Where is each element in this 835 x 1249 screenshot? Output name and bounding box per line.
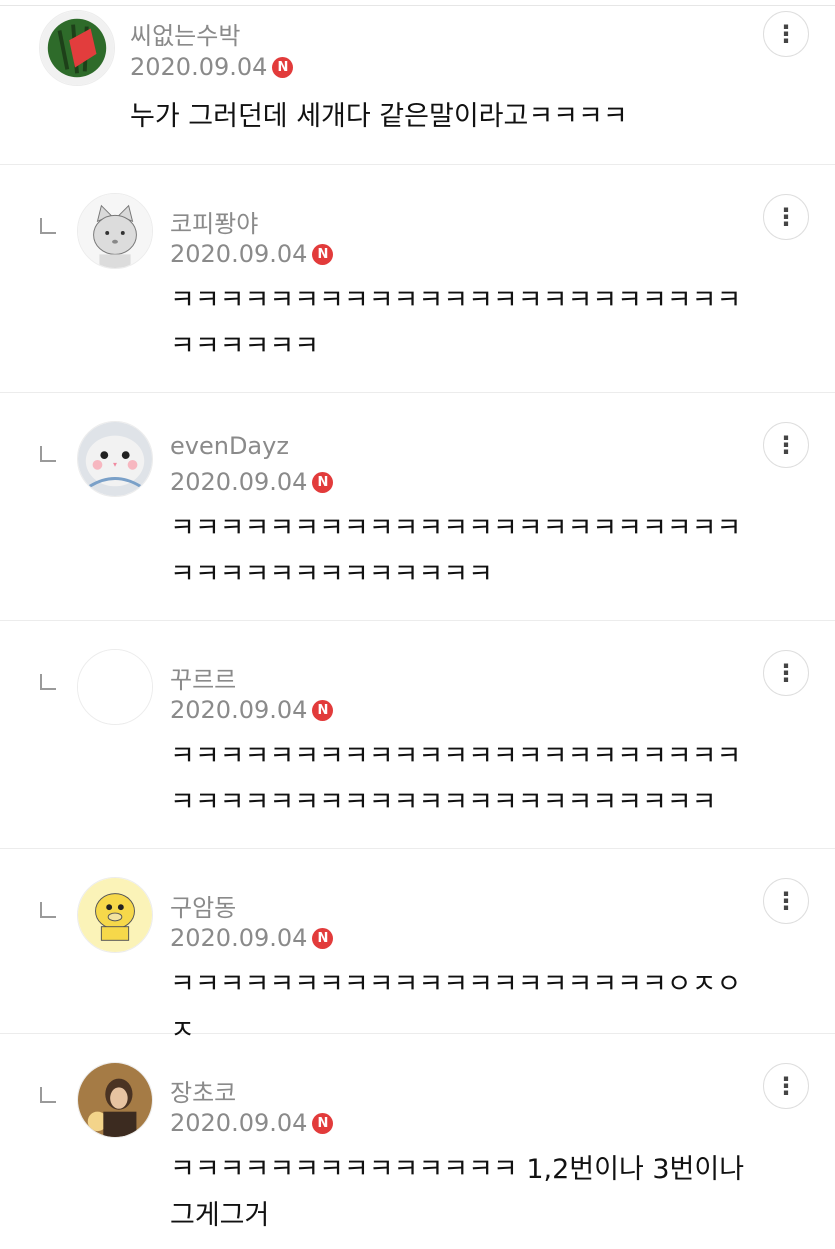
reply-indicator-icon: [40, 674, 56, 690]
reply-indicator-icon: [40, 446, 56, 462]
comment-nickname[interactable]: 코피퐝야: [170, 204, 258, 239]
reply-indicator-icon: [40, 218, 56, 234]
more-options-button[interactable]: ⋮: [763, 650, 809, 696]
comment-date: 2020.09.04 N: [170, 468, 334, 496]
more-options-button[interactable]: ⋮: [763, 1063, 809, 1109]
more-options-button[interactable]: ⋮: [763, 878, 809, 924]
comment-date-text: 2020.09.04: [170, 1109, 308, 1137]
more-options-button[interactable]: ⋮: [763, 194, 809, 240]
comment-nickname[interactable]: 구암동: [170, 888, 236, 923]
new-badge: N: [272, 56, 294, 78]
more-vertical-icon: ⋮: [774, 1072, 798, 1100]
comment-date: 2020.09.04 N: [170, 924, 334, 952]
comment-date: 2020.09.04 N: [170, 240, 334, 268]
comment-nickname[interactable]: 씨없는수박: [130, 16, 240, 51]
comment-nickname[interactable]: 장초코: [170, 1073, 236, 1108]
comment-date-text: 2020.09.04: [170, 696, 308, 724]
more-vertical-icon: ⋮: [774, 659, 798, 687]
new-badge: N: [312, 927, 334, 949]
comment-nickname[interactable]: evenDayz: [170, 432, 289, 460]
comment-text: ㅋㅋㅋㅋㅋㅋㅋㅋㅋㅋㅋㅋㅋㅋㅋㅋㅋㅋㅋㅋㅋㅋㅋㅋㅋㅋㅋㅋㅋㅋㅋㅋㅋㅋㅋㅋㅋㅋㅋㅋ…: [170, 741, 742, 818]
comment-date-text: 2020.09.04: [170, 924, 308, 952]
comment-date: 2020.09.04 N: [130, 53, 294, 81]
comment-nickname[interactable]: 꾸르르: [170, 660, 236, 695]
comment-item: 씨없는수박 2020.09.04 N 누가 그러던데 세개다 같은말이라고ㅋㅋㅋㅋ…: [0, 0, 835, 165]
reply-indicator-icon: [40, 902, 56, 918]
watermelon-avatar[interactable]: [39, 10, 115, 86]
blank-avatar[interactable]: [77, 649, 153, 725]
comment-text: ㅋㅋㅋㅋㅋㅋㅋㅋㅋㅋㅋㅋㅋㅋㅋㅋㅋㅋㅋㅋㅋㅋㅋㅋㅋㅋㅋㅋㅋㅋㅋㅋㅋㅋㅋㅋ: [170, 513, 742, 590]
reply-comment-item: 구암동 2020.09.04 N ㅋㅋㅋㅋㅋㅋㅋㅋㅋㅋㅋㅋㅋㅋㅋㅋㅋㅋㅋㅋㅇㅈㅇㅈ…: [0, 848, 835, 1046]
comment-date-text: 2020.09.04: [130, 53, 268, 81]
comment-date: 2020.09.04 N: [170, 696, 334, 724]
comment-date-text: 2020.09.04: [170, 468, 308, 496]
psyduck-avatar[interactable]: [77, 877, 153, 953]
more-vertical-icon: ⋮: [774, 203, 798, 231]
gray-cat-avatar[interactable]: [77, 193, 153, 269]
reply-comment-item: 장초코 2020.09.04 N ㅋㅋㅋㅋㅋㅋㅋㅋㅋㅋㅋㅋㅋㅋ 1,2번이나 3번…: [0, 1033, 835, 1249]
new-badge: N: [312, 699, 334, 721]
more-options-button[interactable]: ⋮: [763, 422, 809, 468]
more-vertical-icon: ⋮: [774, 431, 798, 459]
reply-comment-item: evenDayz 2020.09.04 N ㅋㅋㅋㅋㅋㅋㅋㅋㅋㅋㅋㅋㅋㅋㅋㅋㅋㅋㅋ…: [0, 392, 835, 621]
comment-text: 누가 그러던데 세개다 같은말이라고ㅋㅋㅋㅋ: [130, 101, 628, 132]
comment-date-text: 2020.09.04: [170, 240, 308, 268]
more-options-button[interactable]: ⋮: [763, 11, 809, 57]
reply-comment-item: 코피퐝야 2020.09.04 N ㅋㅋㅋㅋㅋㅋㅋㅋㅋㅋㅋㅋㅋㅋㅋㅋㅋㅋㅋㅋㅋㅋㅋ…: [0, 164, 835, 393]
person-photo-avatar[interactable]: [77, 1062, 153, 1138]
reply-comment-item: 꾸르르 2020.09.04 N ㅋㅋㅋㅋㅋㅋㅋㅋㅋㅋㅋㅋㅋㅋㅋㅋㅋㅋㅋㅋㅋㅋㅋㅋ…: [0, 620, 835, 849]
comment-text: ㅋㅋㅋㅋㅋㅋㅋㅋㅋㅋㅋㅋㅋㅋ 1,2번이나 3번이나 그게그거: [170, 1154, 745, 1231]
more-vertical-icon: ⋮: [774, 20, 798, 48]
new-badge: N: [312, 243, 334, 265]
comment-date: 2020.09.04 N: [170, 1109, 334, 1137]
reply-indicator-icon: [40, 1087, 56, 1103]
new-badge: N: [312, 471, 334, 493]
comment-text: ㅋㅋㅋㅋㅋㅋㅋㅋㅋㅋㅋㅋㅋㅋㅋㅋㅋㅋㅋㅋㅋㅋㅋㅋㅋㅋㅋㅋㅋ: [170, 285, 742, 362]
hamster-avatar[interactable]: [77, 421, 153, 497]
more-vertical-icon: ⋮: [774, 887, 798, 915]
new-badge: N: [312, 1112, 334, 1134]
